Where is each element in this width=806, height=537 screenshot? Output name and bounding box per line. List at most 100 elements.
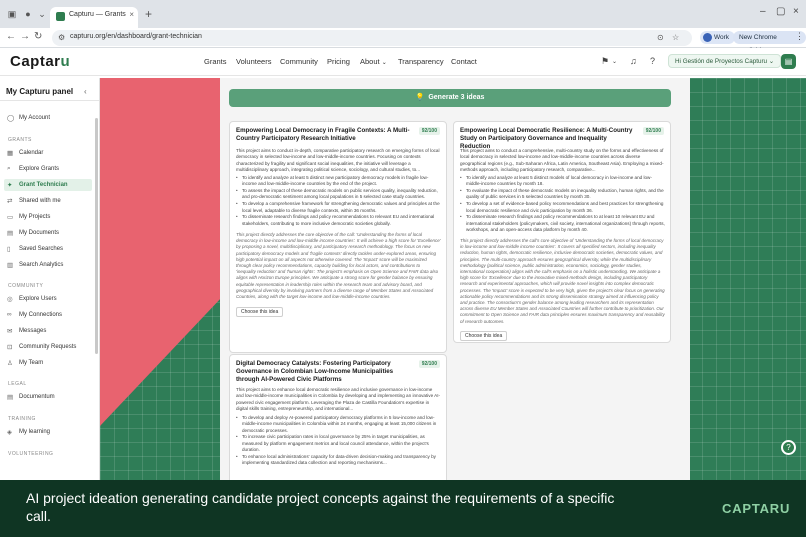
browser-tab[interactable]: Capturu — Grants for NGOs a × (50, 7, 138, 28)
reload-icon[interactable]: ↻ (34, 31, 42, 42)
capturu-favicon-icon (56, 12, 65, 21)
main-area: 💡 Generate 3 ideas Empowering Local Democ… (100, 78, 806, 480)
idea-objective: To develop and deploy AI-powered partici… (236, 415, 441, 434)
nav-contact[interactable]: Contact (451, 57, 477, 66)
forward-icon[interactable]: → (20, 31, 30, 42)
sidebar-item-my-connections[interactable]: ∞ My Connections (4, 309, 92, 321)
profile-button[interactable]: Work (700, 31, 736, 44)
profile-icon[interactable]: ● (22, 8, 34, 20)
organization-label: Hi Gestión de Proyectos Capturu (675, 58, 768, 65)
idea-objective: To develop a comprehensive framework for… (236, 201, 441, 214)
sidebar-section-grants: GRANTS (8, 137, 32, 143)
sidebar-item-label: Grant Technician (19, 181, 68, 188)
profile-avatar-icon (703, 33, 712, 42)
message-icon: ✉ (7, 328, 13, 335)
caption-text: AI project ideation generating candidate… (26, 490, 615, 525)
sidebar-item-explore-users[interactable]: ◎ Explore Users (4, 293, 92, 305)
zoom-icon[interactable]: ⊙ (657, 33, 664, 42)
site-info-icon[interactable]: ⚙ (58, 33, 65, 42)
sidebar-item-my-projects[interactable]: ▭ My Projects (4, 211, 92, 223)
nav-community[interactable]: Community (280, 57, 318, 66)
minimize-icon[interactable]: – (760, 6, 766, 17)
sidebar-item-my-team[interactable]: ♙ My Team (4, 357, 92, 369)
sidebar-item-label: Search Analytics (19, 261, 64, 268)
sidebar: My Capturu panel ‹ ◯ My Account GRANTS ▦ C… (0, 78, 100, 480)
bookmark-star-icon[interactable]: ☆ (672, 33, 679, 42)
idea-description: This project aims to conduct a comprehen… (460, 148, 664, 172)
idea-title: Empowering Local Democracy in Fragile Co… (236, 127, 410, 143)
sidebar-item-explore-grants[interactable]: ⌕ Explore Grants (4, 163, 92, 175)
sidebar-item-label: Explore Users (19, 295, 57, 302)
nav-about[interactable]: About ⌄ (360, 57, 387, 66)
organization-menu-button[interactable]: Hi Gestión de Proyectos Capturu ⌄ (668, 54, 782, 68)
address-bar[interactable]: ⚙ capturu.org/en/dashboard/grant-technic… (52, 30, 692, 46)
nav-grants[interactable]: Grants (204, 57, 227, 66)
sidebar-section-training: TRAINING (8, 416, 36, 422)
sidebar-item-saved-searches[interactable]: ▯ Saved Searches (4, 243, 92, 255)
choose-idea-button[interactable]: Choose this idea (460, 331, 508, 341)
sidebar-item-label: Community Requests (19, 343, 77, 350)
sidebar-item-documentum[interactable]: ▤ Documentum (4, 391, 92, 403)
sidebar-item-label: Explore Grants (19, 165, 60, 172)
nav-transparency[interactable]: Transparency (398, 57, 444, 66)
tab-list-icon[interactable]: ⌄ (36, 8, 48, 20)
generate-ideas-button[interactable]: 💡 Generate 3 ideas (229, 89, 671, 107)
idea-objectives-list: To develop and deploy AI-powered partici… (236, 415, 441, 467)
idea-objective: To assess the impact of these democratic… (236, 188, 441, 201)
close-tab-icon[interactable]: × (129, 10, 134, 19)
tab-search-icon[interactable]: ▣ (6, 8, 18, 20)
back-icon[interactable]: ← (6, 31, 16, 42)
sidebar-item-label: My learning (19, 428, 51, 435)
nav-pricing[interactable]: Pricing (327, 57, 350, 66)
sidebar-item-search-analytics[interactable]: ▥ Search Analytics (4, 259, 92, 271)
idea-description: This project aims to conduct in-depth, c… (236, 148, 440, 172)
idea-score-badge: 92/100 (418, 360, 440, 368)
sidebar-item-my-documents[interactable]: ▤ My Documents (4, 227, 92, 239)
uk-flag-icon[interactable]: ⚑ (601, 56, 609, 67)
sidebar-item-label: Shared with me (19, 197, 61, 204)
sidebar-item-my-account[interactable]: ◯ My Account (4, 112, 92, 124)
folder-icon: ▭ (7, 214, 14, 221)
idea-objective: To identify and analyze at least 5 disti… (460, 175, 665, 188)
sidebar-item-community-requests[interactable]: ⊡ Community Requests (4, 341, 92, 353)
sparkle-icon: ✦ (7, 182, 13, 189)
sidebar-scrollbar[interactable] (95, 118, 98, 354)
nav-volunteers[interactable]: Volunteers (236, 57, 271, 66)
calendar-icon: ▦ (7, 150, 14, 157)
idea-objective: To disseminate research findings and pol… (460, 214, 665, 233)
chrome-menu-icon[interactable]: ⋮ (795, 31, 804, 42)
link-icon: ∞ (7, 311, 12, 318)
sidebar-item-label: My Projects (19, 213, 51, 220)
sidebar-item-calendar[interactable]: ▦ Calendar (4, 147, 92, 159)
idea-objective: To disseminate research findings and pol… (236, 214, 441, 227)
idea-objective: To increase civic participation rates in… (236, 434, 441, 453)
new-tab-icon[interactable]: + (145, 7, 152, 21)
sidebar-item-shared-with-me[interactable]: ⇄ Shared with me (4, 195, 92, 207)
bookmark-icon: ▯ (7, 246, 11, 253)
language-chevron-icon[interactable]: ⌄ (612, 58, 617, 65)
logo-accent: u (60, 53, 71, 70)
chat-help-button[interactable]: ? (781, 440, 796, 455)
idea-objective: To enhance local administrations' capaci… (236, 454, 441, 467)
file-icon: ▤ (7, 394, 14, 401)
sidebar-item-messages[interactable]: ✉ Messages (4, 325, 92, 337)
choose-idea-button[interactable]: Choose this idea (236, 307, 284, 317)
help-icon[interactable]: ? (650, 56, 655, 66)
idea-rationale: This project directly addresses the call… (460, 238, 665, 324)
sidebar-title: My Capturu panel (6, 87, 74, 96)
sidebar-section-community: COMMUNITY (8, 283, 44, 289)
capturu-logo[interactable]: Captaru (10, 53, 70, 70)
shopping-bag-icon[interactable]: ▤ (781, 54, 796, 69)
generate-ideas-label: Generate 3 ideas (428, 94, 485, 101)
nav-about-label: About (360, 57, 380, 66)
collapse-sidebar-icon[interactable]: ‹ (84, 87, 87, 96)
share-icon: ⇄ (7, 198, 13, 205)
bell-icon[interactable]: ♫ (630, 56, 637, 66)
logo-text: Captar (10, 53, 61, 70)
sidebar-item-my-learning[interactable]: ◈ My learning (4, 426, 92, 438)
graduation-icon: ◈ (7, 429, 12, 436)
idea-description: This project aims to enhance local democ… (236, 387, 441, 411)
maximize-icon[interactable]: ▢ (776, 6, 785, 17)
sidebar-item-grant-technician[interactable]: ✦ Grant Technician (4, 179, 92, 191)
close-window-icon[interactable]: × (793, 6, 799, 17)
